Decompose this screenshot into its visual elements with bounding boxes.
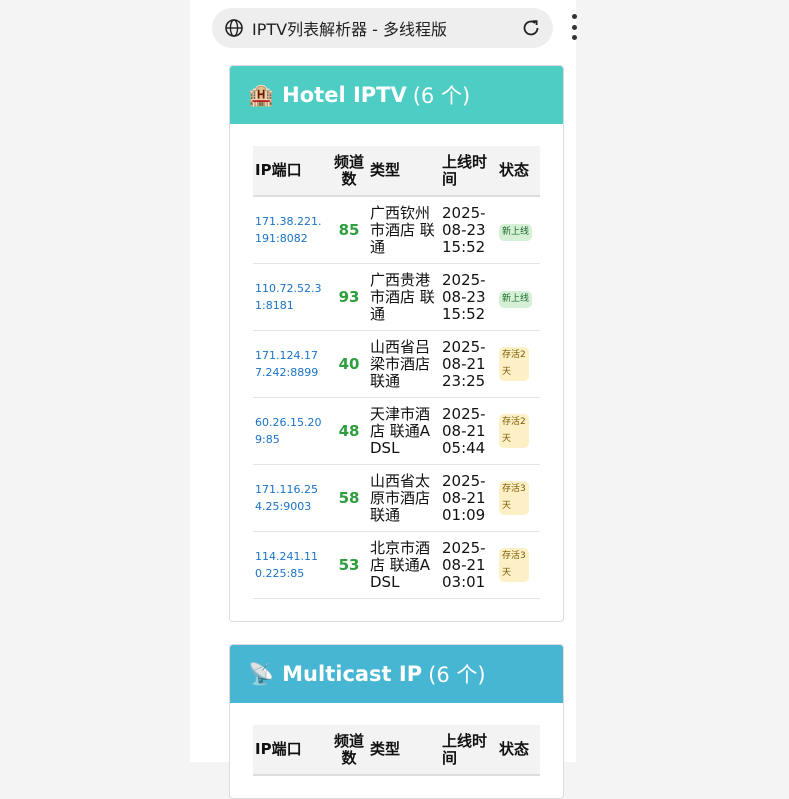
col-status: 状态 (497, 725, 540, 776)
source-type: 北京市酒店 联通ADSL (368, 531, 440, 599)
online-time: 2025-08-21 05:44 (440, 397, 497, 465)
col-ip-port: IP端口 (253, 146, 330, 197)
ip-port-link[interactable]: 60.26.15.209:85 (253, 397, 330, 465)
online-time: 2025-08-21 01:09 (440, 464, 497, 532)
status-badge: 新上线 (499, 223, 533, 241)
col-online-time: 上线时间 (440, 146, 497, 197)
table-row: 171.116.254.25:9003 58 山西省太原市酒店联通 2025-08-2… (253, 464, 540, 532)
ip-port-link[interactable]: 171.116.254.25:9003 (253, 464, 330, 532)
online-time: 2025-08-23 15:52 (440, 263, 497, 331)
status-cell: 新上线 (497, 196, 540, 264)
source-type: 山西省太原市酒店联通 (368, 464, 440, 532)
source-type: 山西省吕梁市酒店联通 (368, 330, 440, 398)
channel-count: 48 (330, 397, 368, 465)
reload-icon[interactable] (520, 17, 542, 39)
source-type: 广西钦州市酒店 联通 (368, 196, 440, 264)
col-ip-port: IP端口 (253, 725, 330, 776)
satellite-emoji-icon: 📡 (248, 661, 275, 686)
globe-icon (224, 18, 244, 38)
hotel-iptv-header: 🏨 Hotel IPTV (6 个) (230, 66, 563, 124)
channel-count: 58 (330, 464, 368, 532)
channel-count: 93 (330, 263, 368, 331)
hotel-iptv-table: IP端口 频道数 类型 上线时间 状态 171.38.221.191:8082 8… (253, 146, 540, 599)
hotel-iptv-count: (6 个) (412, 84, 471, 108)
col-status: 状态 (497, 146, 540, 197)
ip-port-link[interactable]: 171.124.177.242:8899 (253, 330, 330, 398)
channel-count: 85 (330, 196, 368, 264)
table-row: 171.124.177.242:8899 40 山西省吕梁市酒店联通 2025-08-… (253, 330, 540, 398)
multicast-ip-table: IP端口 频道数 类型 上线时间 状态 (253, 725, 540, 776)
table-row: 114.241.110.225:85 53 北京市酒店 联通ADSL 2025-08-… (253, 531, 540, 599)
status-badge: 新上线 (499, 290, 533, 308)
online-time: 2025-08-21 03:01 (440, 531, 497, 599)
multicast-ip-count: (6 个) (428, 663, 486, 687)
table-row: 60.26.15.209:85 48 天津市酒店 联通ADSL 2025-08-21 … (253, 397, 540, 465)
online-time: 2025-08-21 23:25 (440, 330, 497, 398)
ip-port-link[interactable]: 171.38.221.191:8082 (253, 196, 330, 264)
multicast-ip-header: 📡 Multicast IP (6 个) (230, 645, 563, 703)
more-menu-icon[interactable] (566, 14, 582, 40)
multicast-ip-title: Multicast IP (282, 662, 423, 686)
col-type: 类型 (368, 725, 440, 776)
status-badge: 存活3天 (499, 548, 529, 582)
table-row: 110.72.52.31:8181 93 广西贵港市酒店 联通 2025-08-23 … (253, 263, 540, 331)
status-badge: 存活2天 (499, 414, 529, 448)
status-cell: 存活3天 (497, 464, 540, 532)
address-bar[interactable]: IPTV列表解析器 - 多线程版 (212, 8, 553, 48)
page-title: IPTV列表解析器 - 多线程版 (252, 20, 448, 39)
status-badge: 存活3天 (499, 481, 529, 515)
col-channels: 频道数 (330, 725, 368, 776)
source-type: 天津市酒店 联通ADSL (368, 397, 440, 465)
table-header-row: IP端口 频道数 类型 上线时间 状态 (253, 725, 540, 776)
channel-count: 53 (330, 531, 368, 599)
status-cell: 存活2天 (497, 330, 540, 398)
table-row: 171.38.221.191:8082 85 广西钦州市酒店 联通 2025-08-2… (253, 196, 540, 264)
hotel-iptv-card: 🏨 Hotel IPTV (6 个) IP端口 频道数 类型 上线时间 状态 1… (229, 65, 564, 622)
col-type: 类型 (368, 146, 440, 197)
multicast-ip-card: 📡 Multicast IP (6 个) IP端口 频道数 类型 上线时间 状态 (229, 644, 564, 799)
status-cell: 存活2天 (497, 397, 540, 465)
col-online-time: 上线时间 (440, 725, 497, 776)
source-type: 广西贵港市酒店 联通 (368, 263, 440, 331)
ip-port-link[interactable]: 114.241.110.225:85 (253, 531, 330, 599)
online-time: 2025-08-23 15:52 (440, 196, 497, 264)
ip-port-link[interactable]: 110.72.52.31:8181 (253, 263, 330, 331)
table-header-row: IP端口 频道数 类型 上线时间 状态 (253, 146, 540, 197)
hotel-emoji-icon: 🏨 (248, 82, 275, 107)
channel-count: 40 (330, 330, 368, 398)
hotel-iptv-title: Hotel IPTV (282, 83, 407, 107)
status-cell: 新上线 (497, 263, 540, 331)
col-channels: 频道数 (330, 146, 368, 197)
status-badge: 存活2天 (499, 347, 529, 381)
status-cell: 存活3天 (497, 531, 540, 599)
